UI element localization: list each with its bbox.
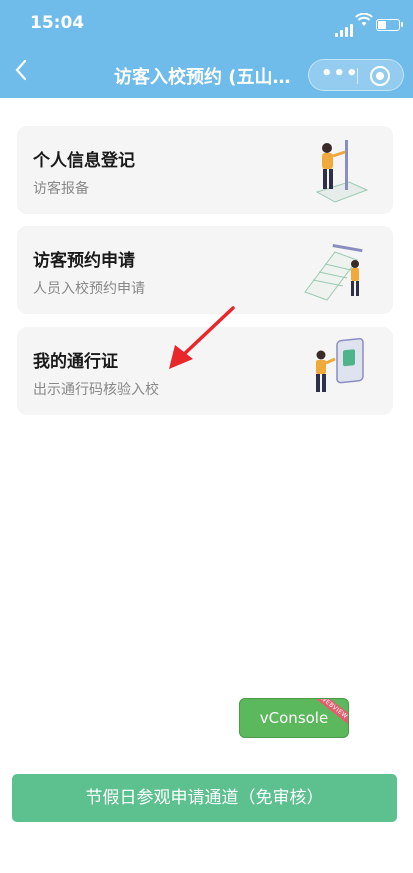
mini-program-capsule: ••• [308, 59, 404, 91]
vconsole-button[interactable]: vConsole WEBVIEW [239, 698, 349, 738]
battery-icon [376, 19, 403, 31]
menu-item-title: 个人信息登记 [33, 151, 135, 171]
person-phone-pass-illustration-icon [316, 337, 364, 392]
signal-icon [335, 18, 355, 37]
menu-item-subtitle: 出示通行码核验入校 [33, 382, 159, 398]
page-title: 访客入校预约 (五山… [114, 67, 291, 88]
calendar-person-illustration-icon [304, 244, 363, 301]
menu-item-info-register[interactable]: 个人信息登记 访客报备 [17, 126, 393, 214]
back-icon[interactable] [14, 58, 28, 88]
person-clipboard-illustration-icon [315, 140, 369, 203]
nav-bar: 访客入校预约 (五山… ••• [0, 50, 413, 98]
menu-item-visit-apply[interactable]: 访客预约申请 人员入校预约申请 [17, 226, 393, 314]
menu-item-subtitle: 访客报备 [33, 181, 89, 197]
capsule-divider [357, 68, 358, 84]
close-target-icon[interactable] [370, 66, 390, 86]
menu-item-title: 我的通行证 [33, 352, 118, 372]
red-arrow-annotation-icon [169, 306, 235, 369]
status-bar: 15:04 [0, 0, 413, 50]
more-icon[interactable]: ••• [321, 63, 359, 84]
menu-item-title: 访客预约申请 [33, 251, 135, 271]
holiday-visit-apply-button[interactable]: 节假日参观申请通道（免审核） [12, 774, 397, 822]
status-time: 15:04 [30, 13, 85, 33]
vconsole-label: vConsole [259, 709, 329, 727]
wifi-icon [355, 12, 373, 31]
menu-item-subtitle: 人员入校预约申请 [33, 281, 145, 297]
